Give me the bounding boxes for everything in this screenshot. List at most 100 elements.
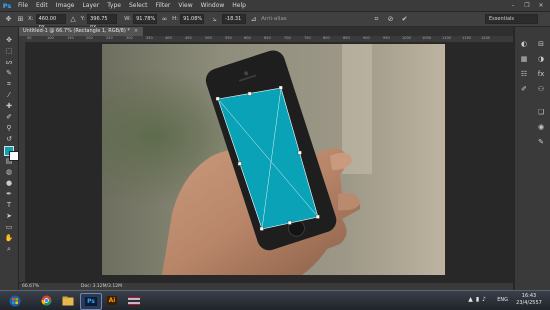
taskbar-chrome[interactable] [36, 293, 56, 308]
marquee-tool-icon[interactable]: ⬚ [3, 46, 15, 56]
right-panel-dock: ◐ ⊟ ▦ ◑ ☷ fx ✐ ⚇ ❏ ◉ ✎ [514, 27, 550, 290]
link-icon[interactable]: ∞ [160, 15, 169, 24]
ruler-tick-label: 50 [27, 36, 32, 40]
close-button[interactable]: ✕ [534, 0, 548, 11]
styles-panel-icon[interactable]: fx [535, 69, 547, 79]
document-canvas[interactable] [102, 44, 445, 275]
menu-type[interactable]: Type [103, 0, 125, 11]
ruler-tick-label: 850 [343, 36, 350, 40]
ruler-tick-label: 600 [244, 36, 251, 40]
adjustments-panel-icon[interactable]: ◑ [535, 54, 547, 64]
history-brush-icon[interactable]: ↺ [3, 134, 15, 144]
ruler-tick-label: 150 [67, 36, 74, 40]
system-clock[interactable]: 16:43 23/4/2557 [512, 293, 546, 307]
chrome-icon [40, 295, 51, 306]
tool-preset-icon[interactable]: ✥ [4, 15, 13, 24]
document-tab[interactable]: Untitled-1 @ 66.7% (Rectangle 1, RGB/8) … [19, 27, 143, 36]
menu-layer[interactable]: Layer [78, 0, 103, 11]
swatches-panel-icon[interactable]: ▦ [518, 54, 530, 64]
workspace-select[interactable]: Essentials [485, 14, 538, 24]
network-icon[interactable]: ▮ [476, 296, 479, 303]
brush-panel-icon[interactable]: ✐ [518, 84, 530, 94]
ruler-tick-label: 100 [47, 36, 54, 40]
reference-point-icon[interactable]: ⊞ [16, 15, 25, 24]
menu-file[interactable]: File [14, 0, 32, 11]
zoom-level[interactable]: 66.67% [22, 284, 39, 289]
properties-panel-icon[interactable]: ☷ [518, 69, 530, 79]
taskbar-flag-app[interactable] [124, 293, 144, 308]
lasso-tool-icon[interactable]: ᔕ [3, 57, 15, 67]
relative-position-icon[interactable]: △ [69, 15, 78, 24]
ruler-tick-label: 500 [205, 36, 212, 40]
w-field[interactable]: 91.78% [133, 14, 158, 24]
taskbar-explorer[interactable] [58, 293, 78, 308]
menu-window[interactable]: Window [197, 0, 229, 11]
menu-bar: Ps File Edit Image Layer Type Select Fil… [0, 0, 550, 12]
ruler-tick-label: 1150 [462, 36, 471, 40]
crop-tool-icon[interactable]: ⌗ [3, 79, 15, 89]
vertical-ruler [19, 42, 26, 282]
dodge-tool-icon[interactable]: ● [3, 178, 15, 188]
start-button[interactable] [6, 293, 24, 308]
pen-tool-icon[interactable]: ✒ [3, 189, 15, 199]
taskbar-photoshop[interactable]: Ps [80, 293, 102, 310]
menu-select[interactable]: Select [125, 0, 152, 11]
menu-image[interactable]: Image [52, 0, 79, 11]
eyedropper-tool-icon[interactable]: ⁄ [3, 90, 15, 100]
layers-panel-icon[interactable]: ❏ [535, 107, 547, 117]
h-field[interactable]: 91.08% [180, 14, 205, 24]
options-bar: ✥ ⊞ X: 460.00 px △ Y: 396.75 px W: 91.78… [0, 12, 550, 30]
history-panel-icon[interactable]: ⊟ [535, 39, 547, 49]
ruler-tick-label: 400 [165, 36, 172, 40]
angle-field[interactable]: -18.31 [222, 14, 247, 24]
minimize-button[interactable]: – [506, 0, 520, 11]
status-bar: 66.67% Doc: 3.12M/3.12M [19, 283, 513, 290]
ruler-tick-label: 250 [106, 36, 113, 40]
menu-edit[interactable]: Edit [32, 0, 52, 11]
clone-source-icon[interactable]: ⚇ [535, 84, 547, 94]
channels-panel-icon[interactable]: ◉ [535, 122, 547, 132]
paths-panel-icon[interactable]: ✎ [535, 137, 547, 147]
horizontal-ruler: 50 100 150 200 250 300 350 400 450 500 550 600 650 70… [19, 36, 513, 43]
menu-filter[interactable]: Filter [152, 0, 175, 11]
x-field[interactable]: 460.00 px [35, 14, 66, 30]
windows-start-icon [9, 295, 21, 306]
color-panel-icon[interactable]: ◐ [518, 39, 530, 49]
ruler-tick-label: 700 [284, 36, 291, 40]
skew-icon: ⊿ [250, 15, 257, 23]
brush-tool-icon[interactable]: ✐ [3, 112, 15, 122]
document-tab-close[interactable]: × [134, 28, 138, 34]
cancel-transform-icon[interactable]: ⊘ [386, 15, 395, 24]
healing-tool-icon[interactable]: ✚ [3, 101, 15, 111]
tray-icons: ▲ ▮ ♪ [468, 296, 486, 303]
path-select-icon[interactable]: ➤ [3, 211, 15, 221]
rotate-icon: ⦣ [212, 14, 217, 23]
move-tool-icon[interactable]: ✥ [3, 35, 15, 45]
taskbar-illustrator[interactable]: Ai [102, 293, 122, 308]
document-tab-title: Untitled-1 @ 66.7% (Rectangle 1, RGB/8) … [23, 28, 130, 34]
commit-transform-icon[interactable]: ✔ [400, 15, 409, 24]
type-tool-icon[interactable]: T [3, 200, 15, 210]
y-field[interactable]: 396.75 px [87, 14, 118, 30]
clock-date: 23/4/2557 [516, 300, 542, 306]
menu-help[interactable]: Help [228, 0, 250, 11]
hand-tool-icon[interactable]: ✋ [3, 233, 15, 243]
w-label: W: [124, 16, 132, 22]
language-indicator[interactable]: ENG [497, 297, 508, 303]
document-size[interactable]: Doc: 3.12M/3.12M [81, 283, 122, 290]
antialias-label[interactable]: Anti-alias [261, 16, 287, 22]
background-color-swatch[interactable] [9, 151, 19, 161]
ruler-tick-label: 300 [126, 36, 133, 40]
menu-view[interactable]: View [174, 0, 196, 11]
ruler-tick-label: 550 [225, 36, 232, 40]
stamp-tool-icon[interactable]: ⚲ [3, 123, 15, 133]
warp-mode-icon[interactable]: ⌗ [372, 15, 381, 24]
tray-up-icon[interactable]: ▲ [468, 296, 473, 303]
blur-tool-icon[interactable]: ◍ [3, 167, 15, 177]
volume-icon[interactable]: ♪ [482, 296, 486, 303]
tools-panel: ✥ ⬚ ᔕ ✎ ⌗ ⁄ ✚ ✐ ⚲ ↺ ◧ ▤ ◍ ● ✒ T ➤ ▭ ✋ ⌕ [0, 27, 19, 290]
quick-select-icon[interactable]: ✎ [3, 68, 15, 78]
shape-tool-icon[interactable]: ▭ [3, 222, 15, 232]
zoom-tool-icon[interactable]: ⌕ [3, 244, 15, 254]
restore-button[interactable]: ❐ [520, 0, 534, 11]
